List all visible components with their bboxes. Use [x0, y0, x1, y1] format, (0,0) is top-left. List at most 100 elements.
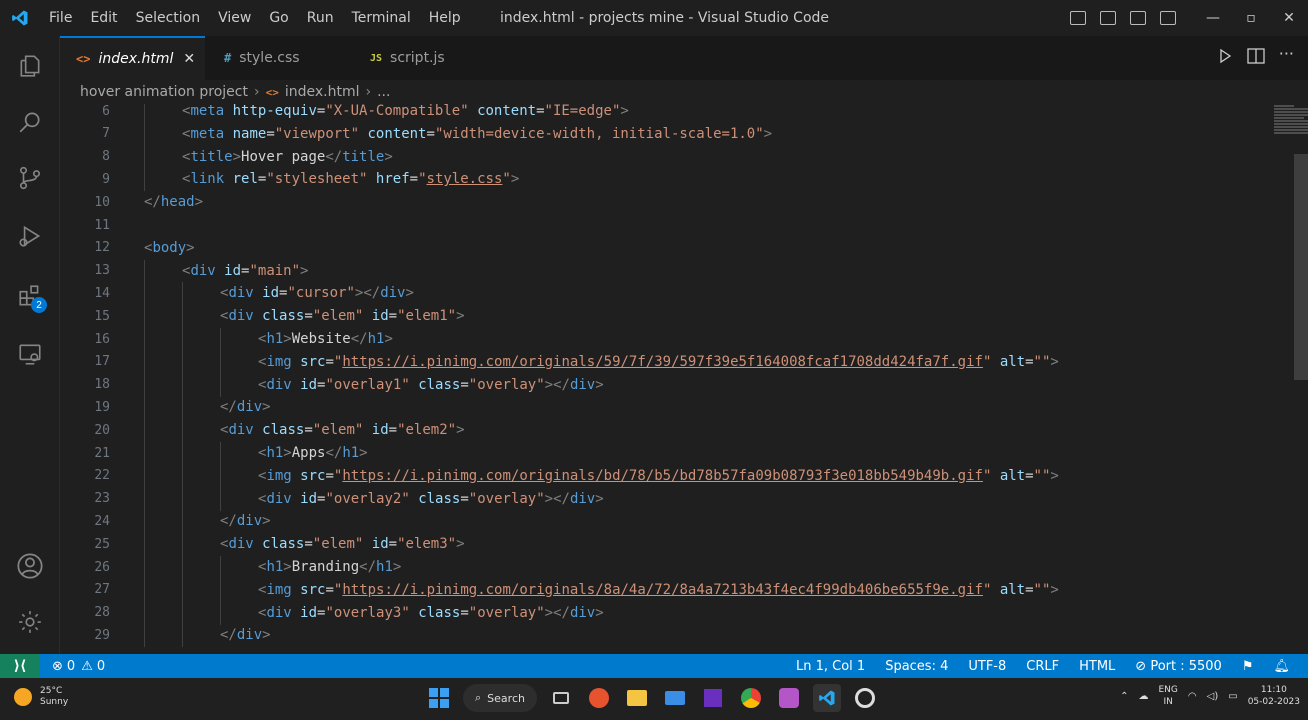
notifications-bell-icon[interactable]: 🔔︎	[1273, 659, 1290, 674]
volume-icon[interactable]: ◁)	[1207, 691, 1219, 702]
code-line[interactable]: 15 <div class="elem" id="elem1">	[60, 305, 1210, 329]
customize-layout-icon[interactable]	[1160, 11, 1176, 25]
code-line[interactable]: 12 <body>	[60, 237, 1210, 259]
toggle-secondary-sidebar-icon[interactable]	[1130, 11, 1146, 25]
warning-icon[interactable]: ⚠	[81, 659, 93, 674]
remote-indicator-icon[interactable]: ⟩⟨	[0, 654, 40, 678]
code-line[interactable]: 29 </div>	[60, 624, 1210, 648]
code-line[interactable]: 16 <h1>Website</h1>	[60, 328, 1210, 351]
close-tab-icon[interactable]: ✕	[183, 51, 195, 67]
cloud-icon[interactable]: ☁	[1139, 691, 1149, 702]
close-window-button[interactable]: ✕	[1270, 10, 1308, 26]
code-line[interactable]: 18 <div id="overlay1" class="overlay"></d…	[60, 373, 1210, 397]
minimize-button[interactable]: —	[1194, 10, 1232, 26]
code-line[interactable]: 17 <img src="https://i.pinimg.com/origina…	[60, 350, 1210, 374]
chevron-up-icon[interactable]: ⌃	[1120, 691, 1128, 702]
warning-count[interactable]: 0	[97, 659, 105, 674]
battery-icon[interactable]: ▭	[1228, 691, 1237, 702]
code-line[interactable]: 13 <div id="main">	[60, 259, 1210, 283]
code-text: </div>	[220, 627, 271, 644]
encoding[interactable]: UTF-8	[968, 659, 1006, 674]
language-mode[interactable]: HTML	[1079, 659, 1115, 674]
chrome-dev-icon[interactable]	[851, 684, 879, 712]
task-view-icon[interactable]	[547, 684, 575, 712]
indent-guide	[144, 168, 145, 192]
code-line[interactable]: 24 </div>	[60, 510, 1210, 534]
code-editor[interactable]: 6 <meta http-equiv="X-UA-Compatible" cont…	[60, 104, 1308, 654]
code-line[interactable]: 28 <div id="overlay3" class="overlay"></d…	[60, 601, 1210, 625]
menu-selection[interactable]: Selection	[127, 10, 210, 26]
toggle-primary-sidebar-icon[interactable]	[1070, 11, 1086, 25]
indentation[interactable]: Spaces: 4	[885, 659, 948, 674]
indent-guide	[144, 145, 145, 169]
menu-terminal[interactable]: Terminal	[343, 10, 420, 26]
code-line[interactable]: 22 <img src="https://i.pinimg.com/origina…	[60, 464, 1210, 488]
code-line[interactable]: 19 </div>	[60, 396, 1210, 420]
code-line[interactable]: 21 <h1>Apps</h1>	[60, 442, 1210, 465]
live-server-port[interactable]: ⊘ Port : 5500	[1135, 659, 1222, 674]
language-indicator[interactable]: ENG IN	[1159, 684, 1178, 708]
file-explorer-icon[interactable]	[623, 684, 651, 712]
tab-index-html[interactable]: <> index.html ✕	[60, 36, 205, 80]
menu-view[interactable]: View	[209, 10, 260, 26]
app-icon[interactable]	[775, 684, 803, 712]
remote-explorer-icon[interactable]	[14, 338, 46, 370]
breadcrumb-file[interactable]: index.html	[285, 84, 360, 100]
indent-guide	[182, 373, 183, 397]
menu-file[interactable]: File	[40, 10, 81, 26]
windows-start-icon[interactable]	[425, 684, 453, 712]
firefox-icon[interactable]	[585, 684, 613, 712]
error-count[interactable]: 0	[67, 659, 75, 674]
indent-guide	[220, 328, 221, 351]
search-icon[interactable]	[14, 106, 46, 138]
weather-widget[interactable]: 25°C Sunny	[14, 686, 68, 708]
line-number: 7	[102, 126, 110, 142]
breadcrumb-folder[interactable]: hover animation project	[80, 84, 248, 100]
code-line[interactable]: 8 <title>Hover page</title>	[60, 145, 1210, 169]
breadcrumb: hover animation project › <> index.html …	[60, 80, 1308, 104]
code-line[interactable]: 11	[60, 214, 1210, 236]
more-actions-icon[interactable]: ···	[1279, 46, 1294, 68]
wifi-icon[interactable]: ◠	[1188, 691, 1197, 702]
error-icon[interactable]: ⊗	[52, 659, 63, 674]
split-editor-icon[interactable]	[1247, 48, 1265, 68]
tab-style-css[interactable]: # style.css	[208, 36, 348, 80]
clock[interactable]: 11:10 05-02-2023	[1248, 684, 1300, 708]
indent-guide	[144, 601, 145, 625]
jetbrains-icon[interactable]	[699, 684, 727, 712]
code-line[interactable]: 7 <meta name="viewport" content="width=de…	[60, 122, 1210, 146]
vscode-taskbar-icon[interactable]	[812, 684, 841, 712]
run-code-icon[interactable]	[1217, 48, 1233, 68]
menu-run[interactable]: Run	[298, 10, 343, 26]
code-line[interactable]: 20 <div class="elem" id="elem2">	[60, 419, 1210, 443]
chrome-icon[interactable]	[737, 684, 765, 712]
tab-script-js[interactable]: JS script.js	[354, 36, 494, 80]
code-line[interactable]: 26 <h1>Branding</h1>	[60, 556, 1210, 579]
code-line[interactable]: 9 <link rel="stylesheet" href="style.css"…	[60, 168, 1210, 192]
code-line[interactable]: 27 <img src="https://i.pinimg.com/origina…	[60, 578, 1210, 602]
extensions-icon[interactable]: 2	[14, 280, 47, 313]
code-line[interactable]: 10 </head>	[60, 191, 1210, 213]
account-icon[interactable]	[14, 550, 46, 582]
toggle-panel-icon[interactable]	[1100, 11, 1116, 25]
explorer-icon[interactable]	[14, 50, 46, 82]
menu-help[interactable]: Help	[420, 10, 470, 26]
mail-icon[interactable]	[661, 684, 689, 712]
taskbar-search[interactable]: ⌕ Search	[463, 684, 537, 712]
menu-edit[interactable]: Edit	[81, 10, 126, 26]
run-debug-icon[interactable]	[14, 220, 46, 252]
code-line[interactable]: 25 <div class="elem" id="elem3">	[60, 533, 1210, 557]
settings-gear-icon[interactable]	[14, 606, 46, 638]
vscode-logo-icon[interactable]	[0, 0, 40, 36]
feedback-icon[interactable]: ⚑	[1242, 659, 1254, 674]
code-line[interactable]: 6 <meta http-equiv="X-UA-Compatible" cont…	[60, 104, 1210, 123]
breadcrumb-symbol[interactable]: ...	[377, 84, 390, 100]
source-control-icon[interactable]	[14, 162, 46, 194]
cursor-position[interactable]: Ln 1, Col 1	[796, 659, 865, 674]
code-line[interactable]: 14 <div id="cursor"></div>	[60, 282, 1210, 306]
vertical-scrollbar[interactable]	[1294, 154, 1308, 380]
menu-go[interactable]: Go	[260, 10, 297, 26]
maximize-button[interactable]: ▫	[1232, 10, 1270, 26]
end-of-line[interactable]: CRLF	[1026, 659, 1059, 674]
code-line[interactable]: 23 <div id="overlay2" class="overlay"></d…	[60, 487, 1210, 511]
